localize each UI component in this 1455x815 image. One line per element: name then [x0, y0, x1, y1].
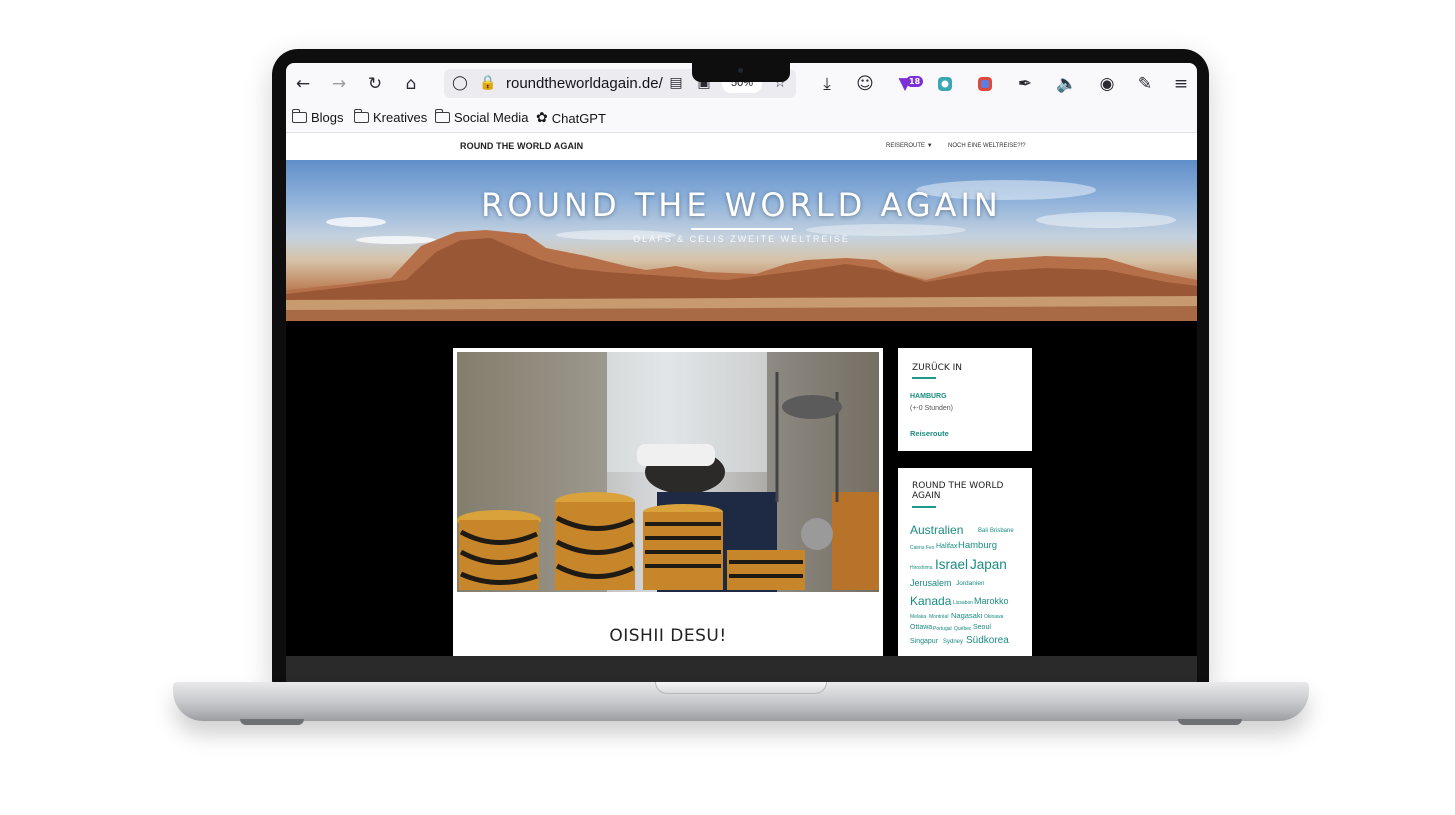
tag-cairns[interactable]: Cairns — [910, 545, 924, 551]
camera-icon — [738, 68, 743, 73]
folder-icon — [353, 109, 369, 123]
web-page: ROUND THE WORLD AGAIN REISEROUTE ▼ NOCH … — [286, 133, 1197, 656]
tag-portugal[interactable]: Portugal — [933, 626, 952, 632]
bookmark-label: Kreatives — [373, 110, 428, 125]
hero-banner: ROUND THE WORLD AGAIN OLAFS & CELIS ZWEI… — [286, 160, 1197, 321]
site-nav: ROUND THE WORLD AGAIN REISEROUTE ▼ NOCH … — [286, 133, 1197, 160]
download-icon[interactable]: ⤓ — [814, 71, 840, 97]
tag-seoul[interactable]: Seoul — [973, 624, 991, 631]
laptop-foot-left — [240, 719, 304, 725]
bookmark-blogs[interactable]: Blogs — [291, 109, 344, 125]
tag-brisbane[interactable]: Brisbane — [990, 528, 1014, 534]
menu-icon[interactable]: ≡ — [1168, 71, 1194, 97]
eyedropper-icon[interactable]: ✒ — [1012, 71, 1038, 97]
tag-australien[interactable]: Australien — [910, 523, 963, 537]
home-icon[interactable]: ⌂ — [398, 71, 424, 97]
menu-label: REISEROUTE — [886, 143, 926, 149]
account-icon[interactable]: ☺ — [852, 71, 878, 97]
post-image[interactable] — [457, 352, 879, 592]
extension-icon[interactable]: ▼ 18 — [892, 71, 924, 97]
tag-suedkorea[interactable]: Südkorea — [966, 635, 1009, 646]
tag-jerusalem[interactable]: Jerusalem — [910, 578, 952, 588]
chatgpt-icon: ✿ — [536, 110, 548, 126]
tag-japan[interactable]: Japan — [970, 557, 1007, 572]
bookmark-kreatives[interactable]: Kreatives — [353, 109, 428, 125]
site-brand[interactable]: ROUND THE WORLD AGAIN — [460, 141, 583, 151]
screen-bezel-bottom — [286, 656, 1197, 682]
tag-halifax[interactable]: Halifax — [936, 543, 957, 550]
widget-underline — [912, 506, 936, 508]
reiseroute-link[interactable]: Reiseroute — [910, 429, 949, 438]
laptop-base-notch — [655, 682, 827, 694]
tag-ottawa[interactable]: Ottawa — [910, 624, 932, 631]
folder-icon — [434, 109, 450, 123]
reload-icon[interactable]: ↻ — [362, 71, 388, 97]
hero-title: ROUND THE WORLD AGAIN — [481, 186, 1002, 224]
laptop-base — [173, 682, 1309, 721]
bookmark-social-media[interactable]: Social Media — [434, 109, 529, 125]
password-icon[interactable]: ◉ — [1094, 71, 1120, 97]
tag-singapur[interactable]: Singapur — [910, 638, 938, 645]
puzzle-icon[interactable]: ✎ — [1132, 71, 1158, 97]
tag-okinawa[interactable]: Okinawa — [984, 614, 1003, 620]
browser-window: ← → ↻ ⌂ ◯ 🔒 roundtheworldagain.de/ ▤ ▣ 5… — [286, 63, 1197, 656]
lock-icon[interactable]: 🔒 — [478, 73, 498, 93]
hero-divider — [691, 228, 793, 230]
tag-israel[interactable]: Israel — [935, 557, 968, 572]
screenshot-icon[interactable] — [932, 71, 958, 97]
tag-sydney[interactable]: Sydney — [943, 639, 963, 645]
bookmark-label: Blogs — [311, 110, 344, 125]
current-location[interactable]: HAMBURG — [910, 393, 947, 400]
post-title[interactable]: OISHII DESU! — [453, 626, 883, 646]
tag-lissabon[interactable]: Lissabon — [953, 600, 973, 606]
menu-reiseroute[interactable]: REISEROUTE ▼ — [886, 143, 933, 149]
reader-icon[interactable]: ▤ — [666, 73, 686, 93]
widget-underline — [912, 377, 936, 379]
tag-bali[interactable]: Bali — [978, 528, 988, 534]
widget-tag-cloud: ROUND THE WORLD AGAIN Australien Bali Br… — [898, 468, 1032, 656]
laptop-mockup: ← → ↻ ⌂ ◯ 🔒 roundtheworldagain.de/ ▤ ▣ 5… — [0, 0, 1455, 815]
speaker-icon[interactable]: 🔈 — [1054, 71, 1080, 97]
folder-icon — [291, 109, 307, 123]
menu-noch-eine-weltreise[interactable]: NOCH EINE WELTREISE?!? — [948, 143, 1026, 149]
shield-icon[interactable]: ◯ — [450, 73, 470, 93]
tag-kanada[interactable]: Kanada — [910, 594, 951, 608]
blog-post-card[interactable]: OISHII DESU! — [453, 348, 883, 656]
timezone-offset: (+-0 Stunden) — [910, 405, 953, 412]
tag-montreal[interactable]: Montréal — [929, 614, 948, 620]
tag-hamburg[interactable]: Hamburg — [958, 540, 997, 551]
url-text[interactable]: roundtheworldagain.de/ — [506, 75, 663, 92]
camera-notch — [692, 62, 790, 82]
bookmarks-bar: Blogs Kreatives Social Media ✿ ChatGPT — [286, 103, 1197, 133]
tag-nagasaki[interactable]: Nagasaki — [951, 611, 982, 620]
ramen-kitchen-photo — [457, 352, 879, 592]
bookmark-label: ChatGPT — [551, 110, 606, 126]
tag-marokko[interactable]: Marokko — [974, 596, 1009, 606]
caret-down-icon: ▼ — [926, 143, 933, 149]
tag-fes[interactable]: Fes — [926, 545, 934, 551]
bookmark-label: Social Media — [454, 110, 529, 125]
forward-icon[interactable]: → — [326, 71, 352, 97]
bookmark-chatgpt[interactable]: ✿ ChatGPT — [536, 110, 606, 126]
tag-jordanien[interactable]: Jordanien — [956, 580, 985, 587]
color-icon[interactable] — [972, 71, 998, 97]
widget-title: ZURÜCK IN — [912, 363, 963, 373]
tag-quebec[interactable]: Québec — [954, 626, 972, 632]
extension-badge: 18 — [906, 76, 924, 87]
hero-subtitle: OLAFS & CELIS ZWEITE WELTREISE — [633, 234, 850, 244]
laptop-foot-right — [1178, 719, 1242, 725]
widget-title: ROUND THE WORLD AGAIN — [912, 481, 1004, 501]
tag-melaka[interactable]: Melaka — [910, 614, 926, 620]
widget-zurueck-in: ZURÜCK IN HAMBURG (+-0 Stunden) Reiserou… — [898, 348, 1032, 451]
tag-hiroshima[interactable]: Hiroshima — [910, 565, 933, 571]
back-icon[interactable]: ← — [290, 71, 316, 97]
